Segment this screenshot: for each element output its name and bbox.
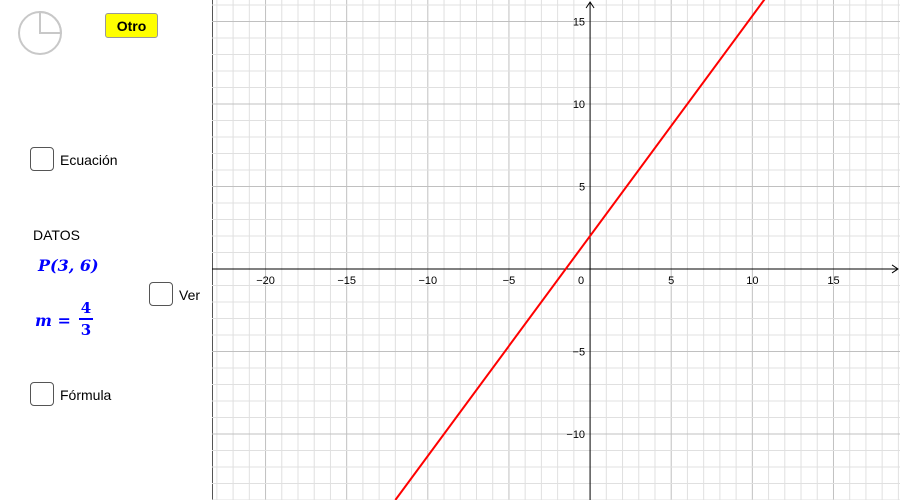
graph-view[interactable]: −20 −15 −10 −5 0 5 10 15 15 10 5 −5 −10 [212,0,900,500]
y-tick-label: −5 [573,346,586,358]
formula-checkbox[interactable] [30,382,54,406]
x-tick-label: 10 [746,275,758,287]
y-tick-label: −10 [566,429,585,441]
x-tick-label: −20 [256,275,275,287]
x-tick-label: −5 [503,275,516,287]
y-tick-label: 5 [579,181,585,193]
slope-fraction-bar [79,318,93,320]
reset-circle-icon[interactable] [16,9,64,57]
y-tick-label: 15 [573,16,585,28]
series-line [394,0,766,500]
x-tick-label: −10 [418,275,437,287]
x-tick-label: 15 [827,275,839,287]
y-tick-label: 10 [573,99,585,111]
datos-label: DATOS [33,227,80,243]
formula-label: Fórmula [60,387,112,403]
ecuacion-checkbox[interactable] [30,147,54,171]
control-panel: Otro Ecuación DATOS P(3, 6) m = 4 3 Ver … [0,0,212,500]
point-text: P(3, 6) [38,256,99,275]
slope-lhs: m = [35,311,71,330]
slope-numerator: 4 [80,299,92,317]
ver-checkbox[interactable] [149,282,173,306]
slope-denominator: 3 [80,321,92,339]
series [394,0,766,500]
x-tick-label: 0 [578,275,584,287]
grid [212,0,900,500]
axes [212,1,899,500]
ecuacion-label: Ecuación [60,152,118,168]
otro-button[interactable]: Otro [105,13,158,38]
ver-label: Ver [179,287,201,303]
x-tick-label: −15 [337,275,356,287]
x-tick-label: 5 [668,275,674,287]
